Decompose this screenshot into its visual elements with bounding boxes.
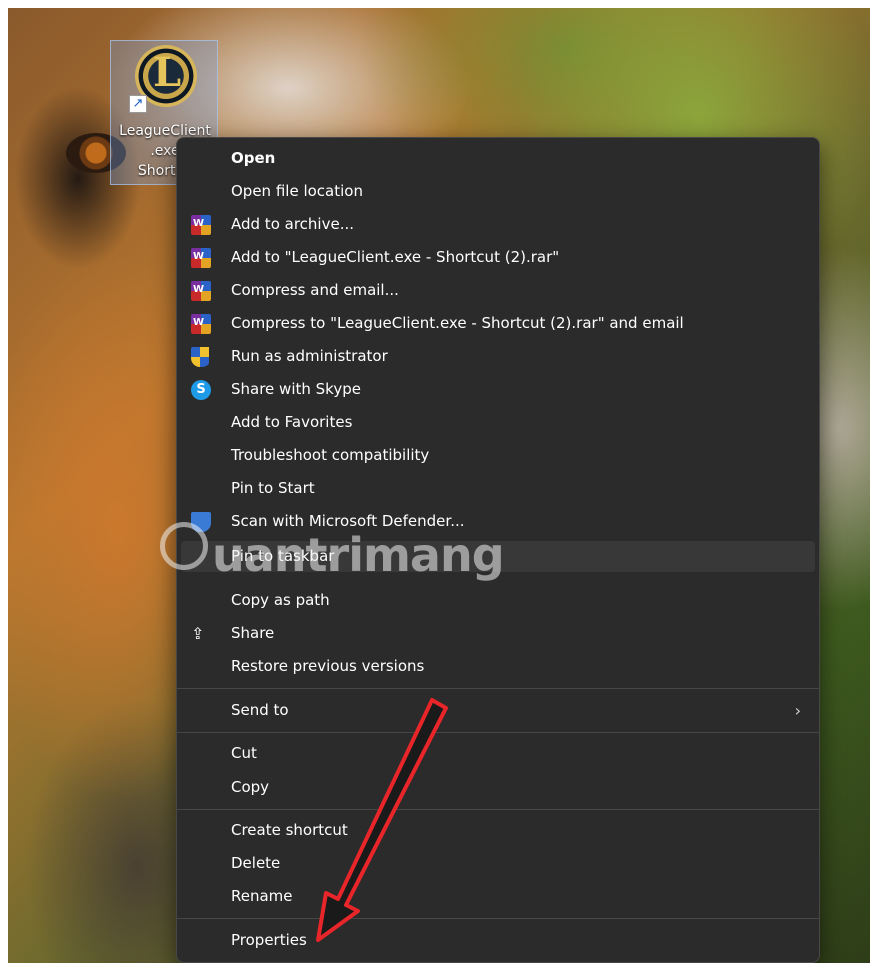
menu-item-label: Restore previous versions: [231, 657, 425, 675]
menu-item-create-shortcut[interactable]: Create shortcut: [181, 815, 815, 846]
chevron-right-icon: ›: [794, 701, 801, 720]
menu-item-label: Add to "LeagueClient.exe - Shortcut (2).…: [231, 248, 560, 266]
watermark-bulb-icon: [160, 522, 208, 570]
winrar-icon: W: [191, 215, 211, 235]
menu-separator: [177, 688, 819, 689]
menu-item-run-as-administrator[interactable]: Run as administrator: [181, 341, 815, 372]
menu-item-pin-to-start[interactable]: Pin to Start: [181, 473, 815, 504]
winrar-icon: W: [191, 314, 211, 334]
menu-separator: [177, 809, 819, 810]
menu-item-copy[interactable]: Copy: [181, 772, 815, 803]
uac-shield-icon: [191, 347, 211, 367]
watermark-text: uantrimang: [212, 528, 505, 582]
menu-separator: [177, 732, 819, 733]
menu-item-label: Create shortcut: [231, 821, 348, 839]
shortcut-arrow-icon: ↗: [129, 95, 147, 113]
menu-item-label: Open file location: [231, 182, 363, 200]
menu-item-add-to-rar[interactable]: W Add to "LeagueClient.exe - Shortcut (2…: [181, 242, 815, 273]
menu-item-cut[interactable]: Cut: [181, 738, 815, 769]
winrar-icon: W: [191, 281, 211, 301]
menu-item-share-with-skype[interactable]: S Share with Skype: [181, 374, 815, 405]
menu-item-send-to[interactable]: Send to ›: [181, 695, 815, 726]
menu-item-delete[interactable]: Delete: [181, 848, 815, 879]
menu-item-label: Copy as path: [231, 591, 330, 609]
menu-item-compress-and-email[interactable]: W Compress and email...: [181, 275, 815, 306]
menu-item-troubleshoot-compatibility[interactable]: Troubleshoot compatibility: [181, 440, 815, 471]
menu-separator: [177, 918, 819, 919]
menu-item-label: Add to Favorites: [231, 413, 353, 431]
menu-item-label: Share with Skype: [231, 380, 361, 398]
menu-item-properties[interactable]: Properties: [181, 925, 815, 956]
menu-item-label: Share: [231, 624, 275, 642]
menu-item-label: Troubleshoot compatibility: [231, 446, 430, 464]
menu-item-label: Send to: [231, 701, 289, 719]
menu-item-rename[interactable]: Rename: [181, 881, 815, 912]
menu-item-label: Open: [231, 149, 276, 167]
share-icon: ⇪: [191, 624, 205, 643]
logo-letter: L: [153, 49, 182, 96]
menu-item-label: Rename: [231, 887, 293, 905]
menu-item-label: Add to archive...: [231, 215, 354, 233]
menu-item-label: Properties: [231, 931, 307, 949]
skype-icon: S: [191, 380, 211, 400]
menu-item-label: Compress to "LeagueClient.exe - Shortcut…: [231, 314, 684, 332]
menu-item-open-file-location[interactable]: Open file location: [181, 176, 815, 207]
menu-item-label: Pin to Start: [231, 479, 315, 497]
menu-item-label: Compress and email...: [231, 281, 399, 299]
menu-item-share[interactable]: ⇪ Share: [181, 618, 815, 649]
menu-item-label: Cut: [231, 744, 257, 762]
menu-item-open[interactable]: Open: [181, 143, 815, 174]
menu-item-label: Run as administrator: [231, 347, 388, 365]
menu-item-compress-to-rar-and-email[interactable]: W Compress to "LeagueClient.exe - Shortc…: [181, 308, 815, 339]
menu-item-copy-as-path[interactable]: Copy as path: [181, 585, 815, 616]
menu-item-label: Delete: [231, 854, 281, 872]
winrar-icon: W: [191, 248, 211, 268]
menu-item-restore-previous-versions[interactable]: Restore previous versions: [181, 651, 815, 682]
menu-item-add-to-favorites[interactable]: Add to Favorites: [181, 407, 815, 438]
menu-item-label: Copy: [231, 778, 270, 796]
menu-item-add-to-archive[interactable]: W Add to archive...: [181, 209, 815, 240]
